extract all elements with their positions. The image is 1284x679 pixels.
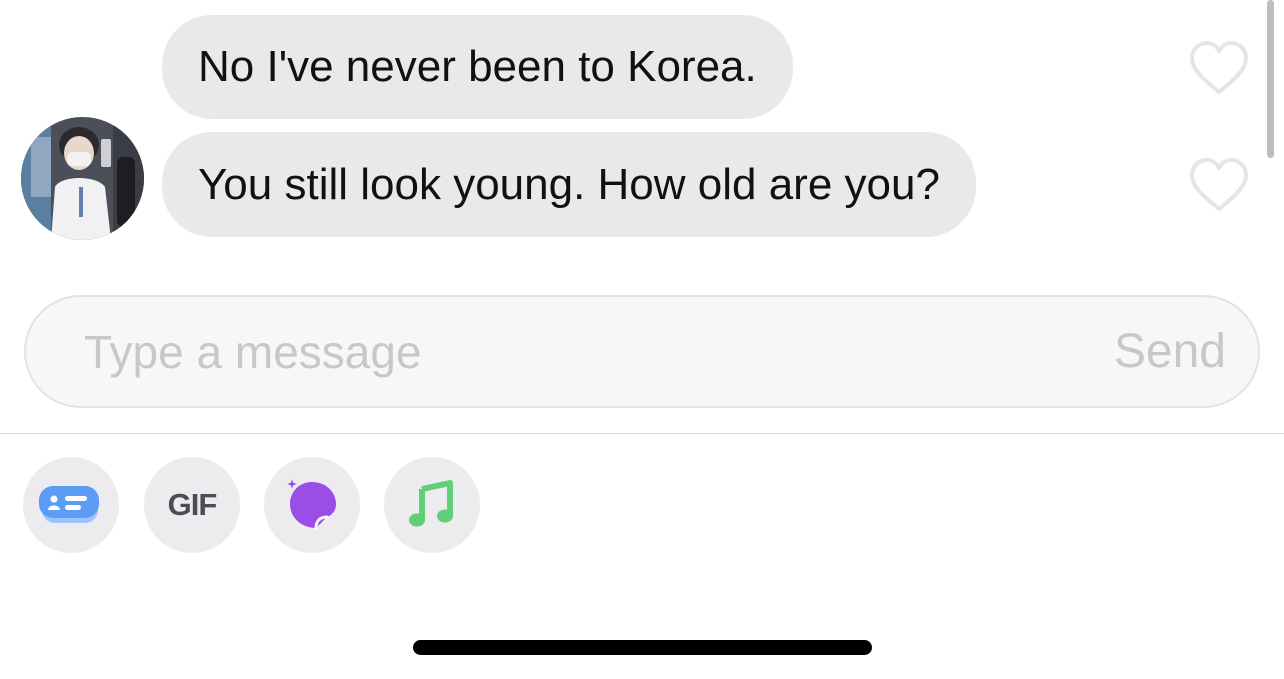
message-composer: Send [24,295,1260,408]
like-heart-icon[interactable] [1188,40,1250,96]
music-icon [407,479,457,532]
card-icon [38,483,104,528]
music-button[interactable] [384,457,480,553]
gif-label: GIF [167,487,218,522]
card-button[interactable] [23,457,119,553]
send-button[interactable]: Send [1114,297,1226,406]
avatar[interactable] [21,117,144,240]
sticker-icon [280,472,342,537]
like-heart-icon[interactable] [1188,157,1250,213]
message-text: No I've never been to Korea. [198,42,757,91]
message-bubble[interactable]: No I've never been to Korea. [162,15,793,119]
divider [0,433,1284,434]
message-bubble[interactable]: You still look young. How old are you? [162,132,976,237]
message-text: You still look young. How old are you? [198,159,940,209]
gif-button[interactable]: GIF [144,457,240,553]
sticker-button[interactable] [264,457,360,553]
home-indicator[interactable] [413,640,872,655]
message-input[interactable] [84,297,984,406]
scrollbar[interactable] [1267,0,1274,158]
